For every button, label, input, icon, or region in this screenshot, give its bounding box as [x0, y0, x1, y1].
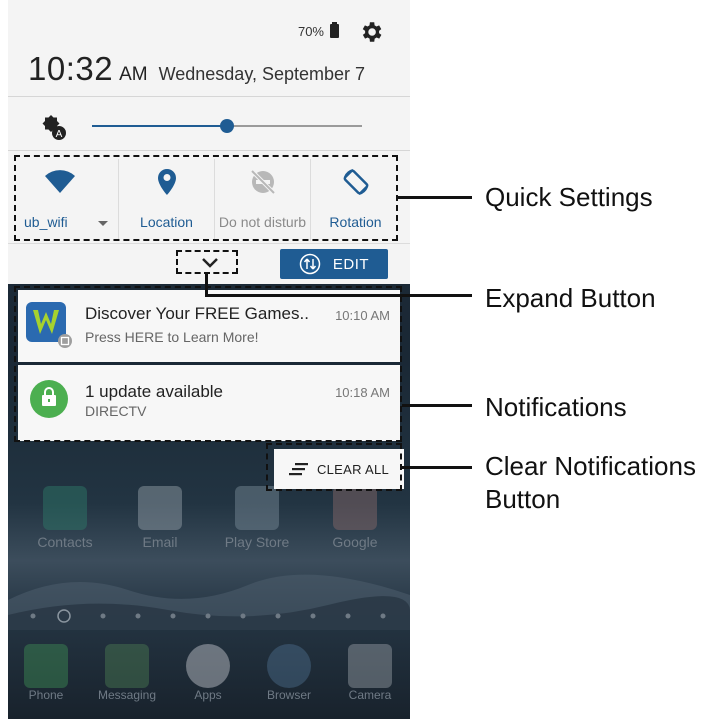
- leader-line: [205, 274, 208, 296]
- notification-shade: 70% 10:32 AM Wednesday, September 7 A ub…: [8, 0, 410, 284]
- annotation-clear-button-line2: Button: [485, 484, 561, 514]
- app-label: Camera: [348, 688, 392, 702]
- browser-icon: [267, 644, 311, 688]
- annotation-expand-button: Expand Button: [485, 283, 656, 313]
- quick-settings: ub_wifi Location Do not disturb Rotation: [18, 159, 400, 241]
- edit-button[interactable]: EDIT: [280, 249, 388, 279]
- leader-line: [398, 196, 472, 199]
- brightness-slider[interactable]: [92, 119, 362, 133]
- annotation-notifications: Notifications: [485, 392, 627, 422]
- notification-body: Press HERE to Learn More!: [85, 329, 259, 345]
- app-label: Apps: [194, 688, 222, 702]
- qs-tile-do-not-disturb[interactable]: Do not disturb: [214, 159, 310, 241]
- qs-tile-location[interactable]: Location: [118, 159, 214, 241]
- camera-icon: [348, 644, 392, 688]
- rotation-icon: [343, 169, 368, 195]
- leader-line: [402, 404, 472, 407]
- page-indicator: [30, 609, 386, 623]
- swap-arrows-icon: [299, 253, 321, 275]
- annotation-clear-button-line1: Clear Notifications: [485, 451, 696, 481]
- google-folder-icon: [333, 486, 377, 530]
- qs-label-do-not-disturb: Do not disturb: [218, 214, 307, 230]
- contacts-icon: [43, 486, 87, 530]
- battery-icon: [330, 22, 339, 38]
- clock-date[interactable]: Wednesday, September 7: [159, 64, 365, 85]
- clock-date-row: 10:32 AM Wednesday, September 7: [28, 50, 365, 90]
- clock-ampm: AM: [119, 64, 148, 85]
- phone-screen: Contacts Email Play Store Google Phone M…: [8, 0, 410, 719]
- notification-app-icon: [30, 380, 68, 418]
- notification-title: 1 update available: [85, 382, 224, 401]
- notification-card[interactable]: Discover Your FREE Games.. Press HERE to…: [18, 290, 400, 362]
- edit-label: EDIT: [332, 255, 370, 273]
- messaging-icon: [105, 644, 149, 688]
- leader-line: [205, 294, 472, 297]
- status-bar: 70%: [8, 16, 388, 46]
- phone-icon: [24, 644, 68, 688]
- location-pin-icon: [157, 169, 176, 195]
- shopping-bag-icon: [42, 387, 56, 406]
- chevron-down-icon[interactable]: [98, 221, 108, 226]
- notification-title: Discover Your FREE Games..: [85, 304, 309, 323]
- clock-time: 10:32: [28, 50, 114, 87]
- wifi-icon: [45, 170, 75, 193]
- divider: [8, 96, 410, 97]
- qs-label-location: Location: [140, 214, 193, 230]
- play-store-icon: [235, 486, 279, 530]
- brightness-auto-icon[interactable]: A: [38, 112, 68, 142]
- games-app-icon: [26, 302, 72, 348]
- do-not-disturb-icon: [250, 169, 275, 195]
- notification-time: 10:10 AM: [335, 308, 390, 323]
- clear-all-button[interactable]: CLEAR ALL: [274, 449, 404, 489]
- app-label: Play Store: [224, 534, 290, 550]
- brightness-slider-fill: [92, 125, 227, 127]
- app-label: Contacts: [37, 534, 93, 550]
- app-label: Google: [332, 534, 378, 550]
- battery-percent: 70%: [297, 24, 324, 39]
- gear-icon[interactable]: [358, 19, 384, 45]
- app-label: Messaging: [97, 688, 157, 702]
- annotation-quick-settings: Quick Settings: [485, 182, 653, 212]
- expand-chevron-icon[interactable]: [198, 254, 222, 272]
- svg-text:A: A: [56, 129, 63, 140]
- email-icon: [138, 486, 182, 530]
- brightness-slider-thumb[interactable]: [220, 119, 234, 133]
- app-label: Browser: [266, 688, 311, 702]
- divider: [8, 150, 410, 151]
- app-label: Phone: [28, 688, 64, 702]
- notification-body: DIRECTV: [85, 403, 147, 419]
- notification-card[interactable]: 1 update available DIRECTV 10:18 AM: [18, 365, 400, 441]
- app-label: Email: [142, 534, 178, 550]
- clear-all-icon: [288, 463, 308, 476]
- apps-grid-icon: [186, 644, 230, 688]
- qs-label-rotation: Rotation: [329, 214, 382, 230]
- divider: [8, 243, 410, 244]
- notification-time: 10:18 AM: [335, 385, 390, 400]
- qs-tile-wifi[interactable]: ub_wifi: [18, 159, 118, 241]
- qs-tile-rotation[interactable]: Rotation: [310, 159, 400, 241]
- leader-line: [402, 466, 472, 469]
- clear-all-label: CLEAR ALL: [316, 461, 390, 477]
